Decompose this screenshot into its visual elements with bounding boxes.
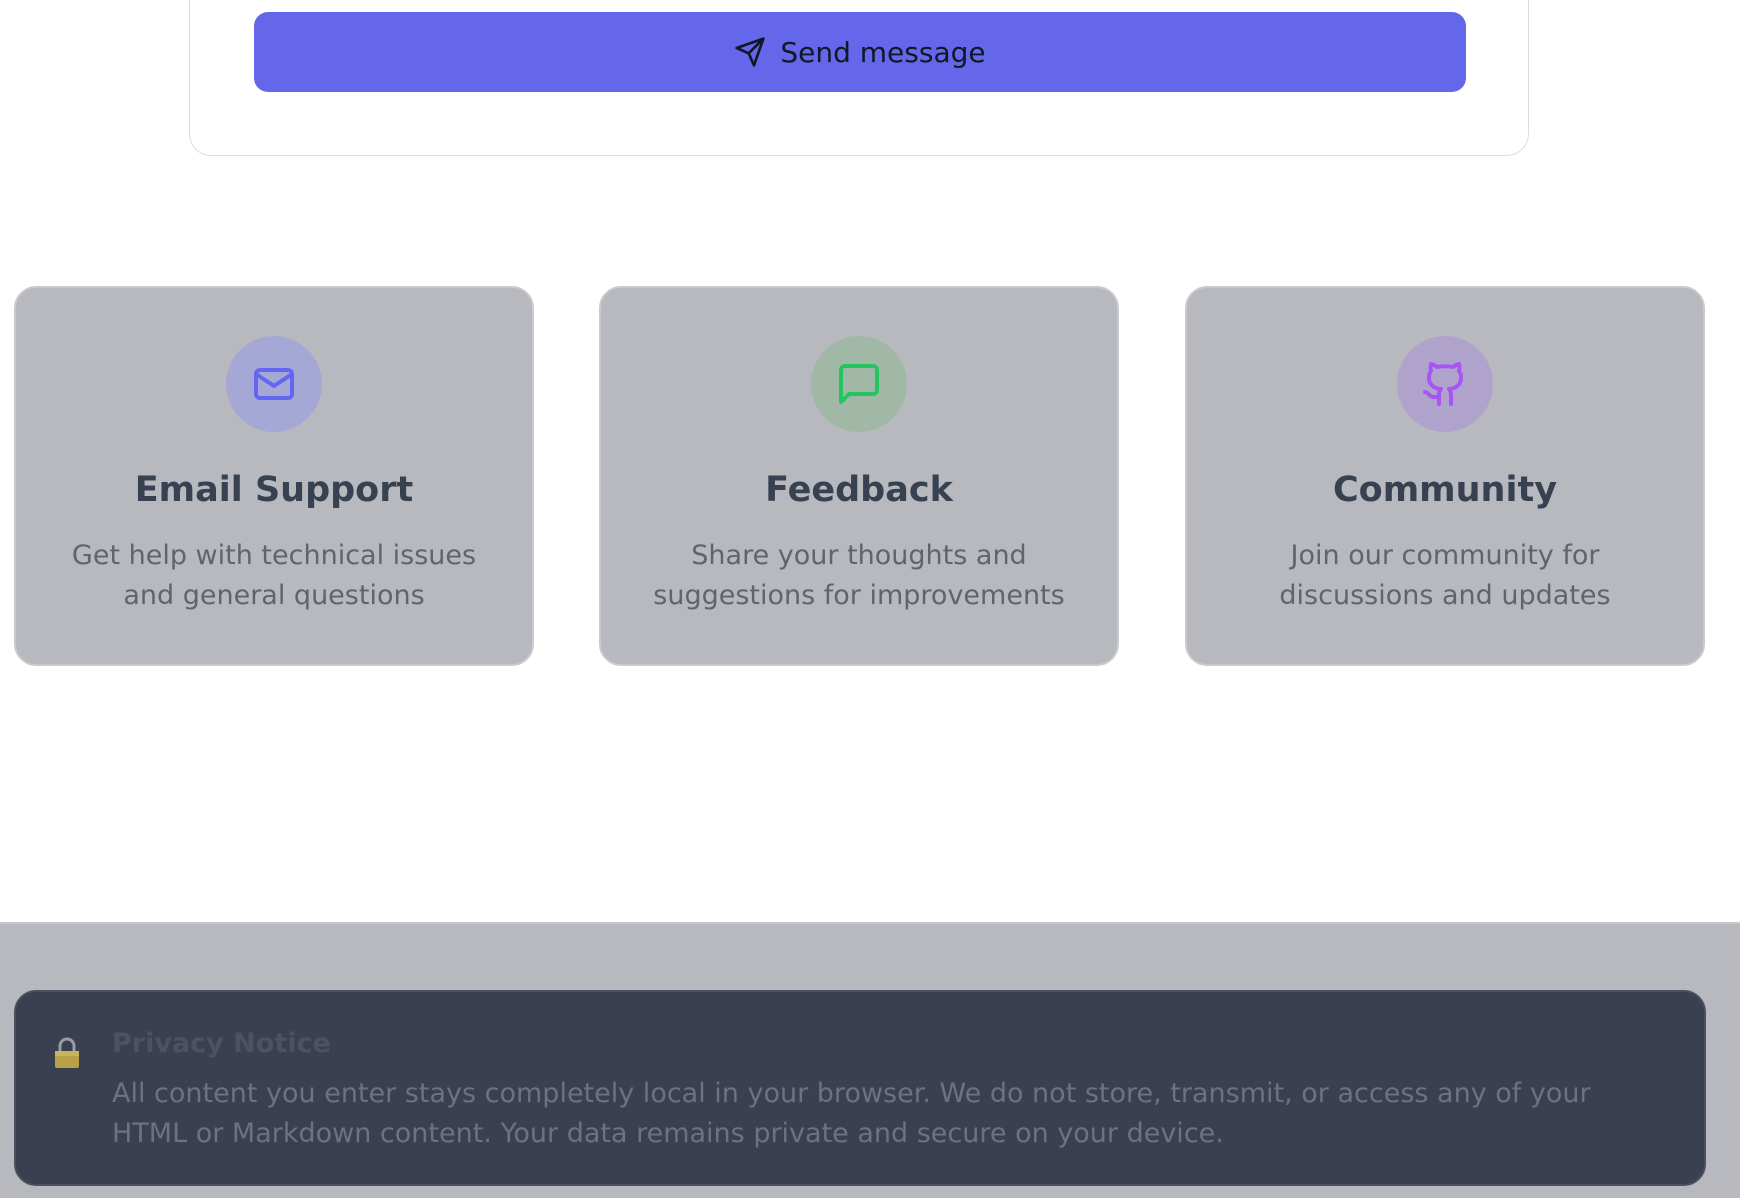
community-icon-badge — [1397, 336, 1493, 432]
mail-icon — [254, 368, 294, 400]
send-icon — [735, 37, 766, 67]
card-title: Email Support — [134, 470, 414, 510]
privacy-notice: Privacy Notice All content you enter sta… — [14, 990, 1706, 1186]
lock-icon — [55, 1037, 79, 1068]
send-message-button[interactable]: Send message — [254, 12, 1466, 92]
feedback-icon-badge — [811, 336, 907, 432]
card-description: Share your thoughts and suggestions for … — [653, 540, 1065, 611]
email-icon-badge — [226, 336, 322, 432]
support-cards: Email Support Get help with technical is… — [14, 286, 1706, 666]
card-description: Get help with technical issues and gener… — [71, 540, 477, 611]
send-message-label: Send message — [780, 35, 986, 69]
feedback-card[interactable]: Feedback Share your thoughts and suggest… — [599, 286, 1119, 666]
email-support-card[interactable]: Email Support Get help with technical is… — [14, 286, 534, 666]
message-square-icon — [839, 364, 879, 404]
privacy-overlay: Privacy Notice All content you enter sta… — [0, 922, 1740, 1198]
card-title: Feedback — [765, 470, 953, 510]
github-icon — [1423, 362, 1464, 406]
card-title: Community — [1332, 470, 1558, 510]
page: Send message Email Support Get help with… — [0, 0, 1740, 1198]
community-card[interactable]: Community Join our community for discuss… — [1185, 286, 1705, 666]
privacy-title: Privacy Notice — [112, 1028, 331, 1059]
card-description: Join our community for discussions and u… — [1279, 540, 1611, 611]
privacy-text: All content you enter stays completely l… — [112, 1078, 1591, 1149]
